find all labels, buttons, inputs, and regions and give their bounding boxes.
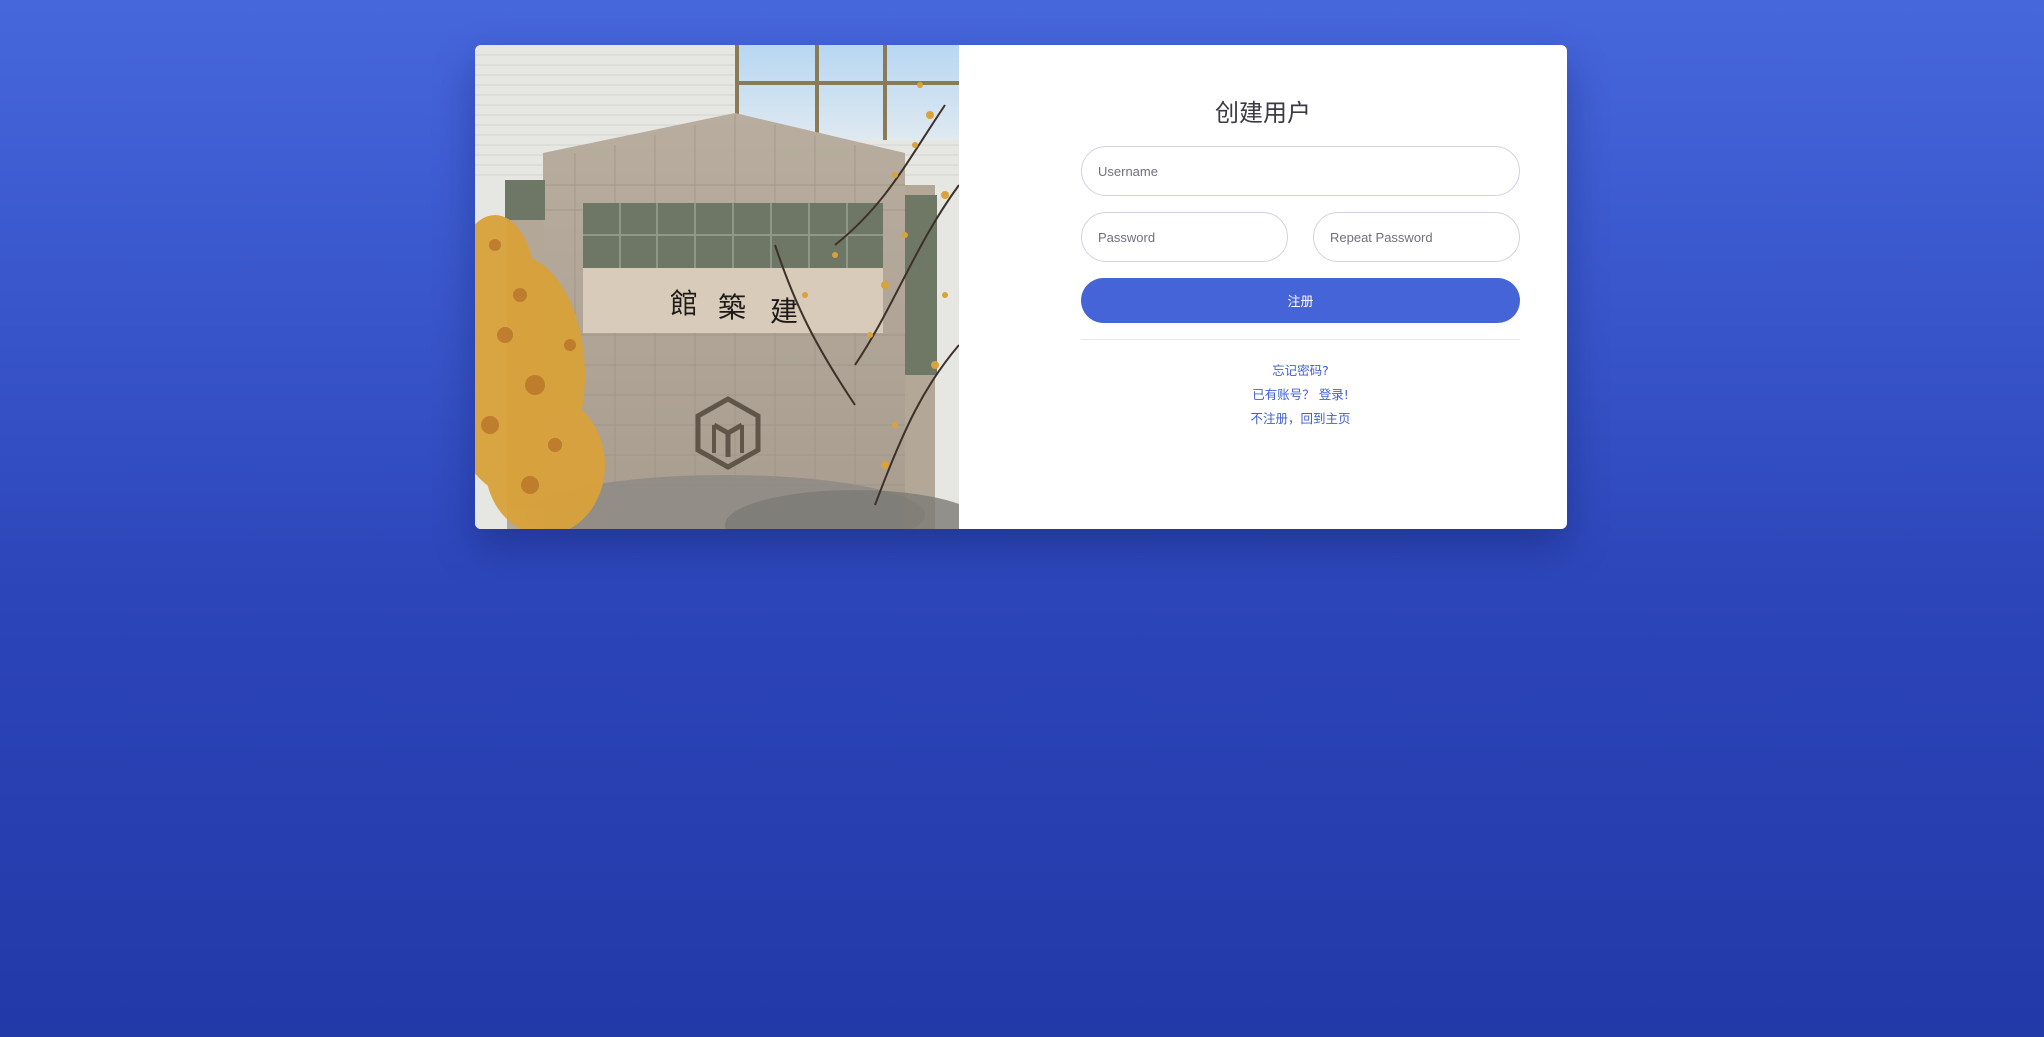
login-link[interactable]: 已有账号？ 登录! (1081, 384, 1520, 403)
building-photo-illustration: 館 築 建 (475, 45, 959, 529)
divider (1081, 339, 1520, 340)
repeat-password-input[interactable] (1313, 212, 1520, 262)
architecture-building-photo: 館 築 建 (475, 45, 959, 529)
inscription-char-3: 建 (770, 295, 798, 328)
register-button[interactable]: 注册 (1081, 278, 1520, 323)
register-form-pane: 创建用户 注册 忘记密码? 已有账号？ 登录! 不注册，回到主页 (959, 45, 1567, 529)
password-input[interactable] (1081, 212, 1288, 262)
page-title: 创建用户 (1215, 99, 1311, 127)
back-to-home-link[interactable]: 不注册，回到主页 (1081, 408, 1520, 427)
forgot-password-link[interactable]: 忘记密码? (1081, 360, 1520, 379)
inscription-char-2: 築 (718, 291, 746, 324)
register-card: 館 築 建 创建用户 Username 注册 忘记密码? 已有账号？ 登录! 不… (475, 45, 1567, 529)
username-input[interactable] (1081, 146, 1520, 196)
inscription-char-1: 館 (670, 287, 698, 320)
